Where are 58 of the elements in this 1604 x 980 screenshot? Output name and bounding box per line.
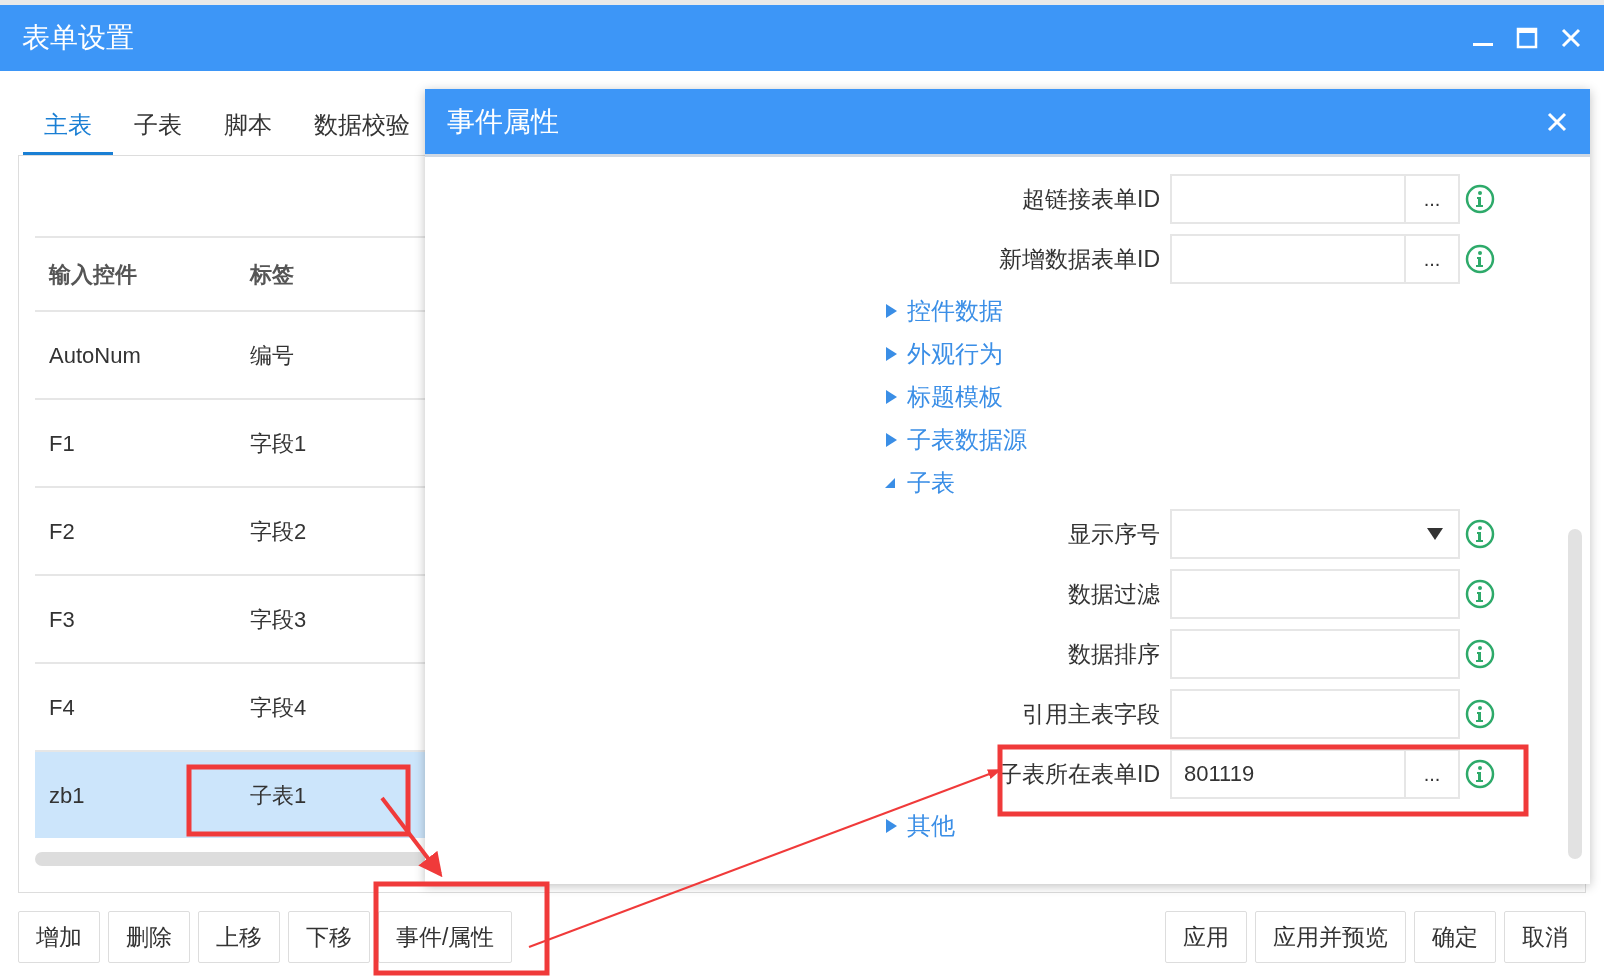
vertical-scrollbar[interactable] (1568, 529, 1582, 859)
table-cell-text: F3 (48, 605, 76, 634)
toolbar-button[interactable]: 取消 (1504, 911, 1586, 963)
close-icon[interactable] (1546, 110, 1568, 133)
field-label: 数据排序 (1067, 639, 1161, 669)
table-cell-text: F4 (48, 693, 76, 722)
field-label: 新增数据表单ID (998, 244, 1161, 274)
tab[interactable]: 子表 (113, 97, 203, 155)
table-cell-text: 字段2 (250, 517, 308, 546)
column-header: 标签 (250, 260, 295, 289)
toolbar-button[interactable]: 增加 (18, 911, 100, 963)
browse-button[interactable]: ... (1406, 174, 1460, 224)
toolbar-button[interactable]: 上移 (198, 911, 280, 963)
info-icon[interactable] (1464, 518, 1496, 550)
info-icon[interactable] (1464, 638, 1496, 670)
input-field[interactable] (1170, 569, 1460, 619)
field-label: 子表所在表单ID (998, 759, 1161, 789)
window-title: 表单设置 (22, 21, 134, 55)
table-cell-text: F2 (48, 517, 76, 546)
input-field[interactable] (1170, 629, 1460, 679)
input-field[interactable] (1170, 234, 1406, 284)
toolbar-button[interactable]: 确定 (1414, 911, 1496, 963)
table-cell-text: F1 (48, 429, 76, 458)
info-icon[interactable] (1464, 698, 1496, 730)
table-cell-text: 字段1 (250, 429, 308, 458)
info-icon[interactable] (1464, 183, 1496, 215)
panel-title: 事件属性 (447, 104, 559, 139)
tab[interactable]: 数据校验 (293, 97, 431, 155)
close-icon[interactable] (1560, 27, 1582, 49)
maximize-icon[interactable] (1516, 27, 1538, 49)
caret-icon[interactable] (1426, 526, 1444, 542)
field-label: 引用主表字段 (1021, 699, 1161, 729)
table-cell-text: zb1 (48, 781, 86, 810)
info-icon[interactable] (1464, 243, 1496, 275)
tab[interactable]: 主表 (23, 97, 113, 155)
table-cell-text: AutoNum (48, 341, 142, 370)
table-cell-text: 编号 (250, 341, 295, 370)
info-icon[interactable] (1464, 578, 1496, 610)
toolbar-button[interactable]: 删除 (108, 911, 190, 963)
toolbar-button[interactable]: 应用并预览 (1255, 911, 1406, 963)
table-cell-text: 子表1 (250, 781, 308, 810)
input-field[interactable] (1170, 689, 1460, 739)
select-field[interactable] (1170, 509, 1460, 559)
toolbar-button[interactable]: 应用 (1165, 911, 1247, 963)
input-field[interactable]: 801119 (1170, 749, 1406, 799)
browse-button[interactable]: ... (1406, 234, 1460, 284)
toolbar-button[interactable]: 事件/属性 (378, 911, 513, 963)
table-cell-text: 字段3 (250, 605, 308, 634)
field-label: 数据过滤 (1067, 579, 1161, 609)
table-cell-text: 字段4 (250, 693, 308, 722)
toolbar-button[interactable]: 下移 (288, 911, 370, 963)
column-header: 输入控件 (47, 260, 138, 289)
browse-button[interactable]: ... (1406, 749, 1460, 799)
tab[interactable]: 脚本 (203, 97, 293, 155)
field-label: 显示序号 (1067, 519, 1161, 549)
field-label: 超链接表单ID (1021, 184, 1161, 214)
info-icon[interactable] (1464, 758, 1496, 790)
input-field[interactable] (1170, 174, 1406, 224)
